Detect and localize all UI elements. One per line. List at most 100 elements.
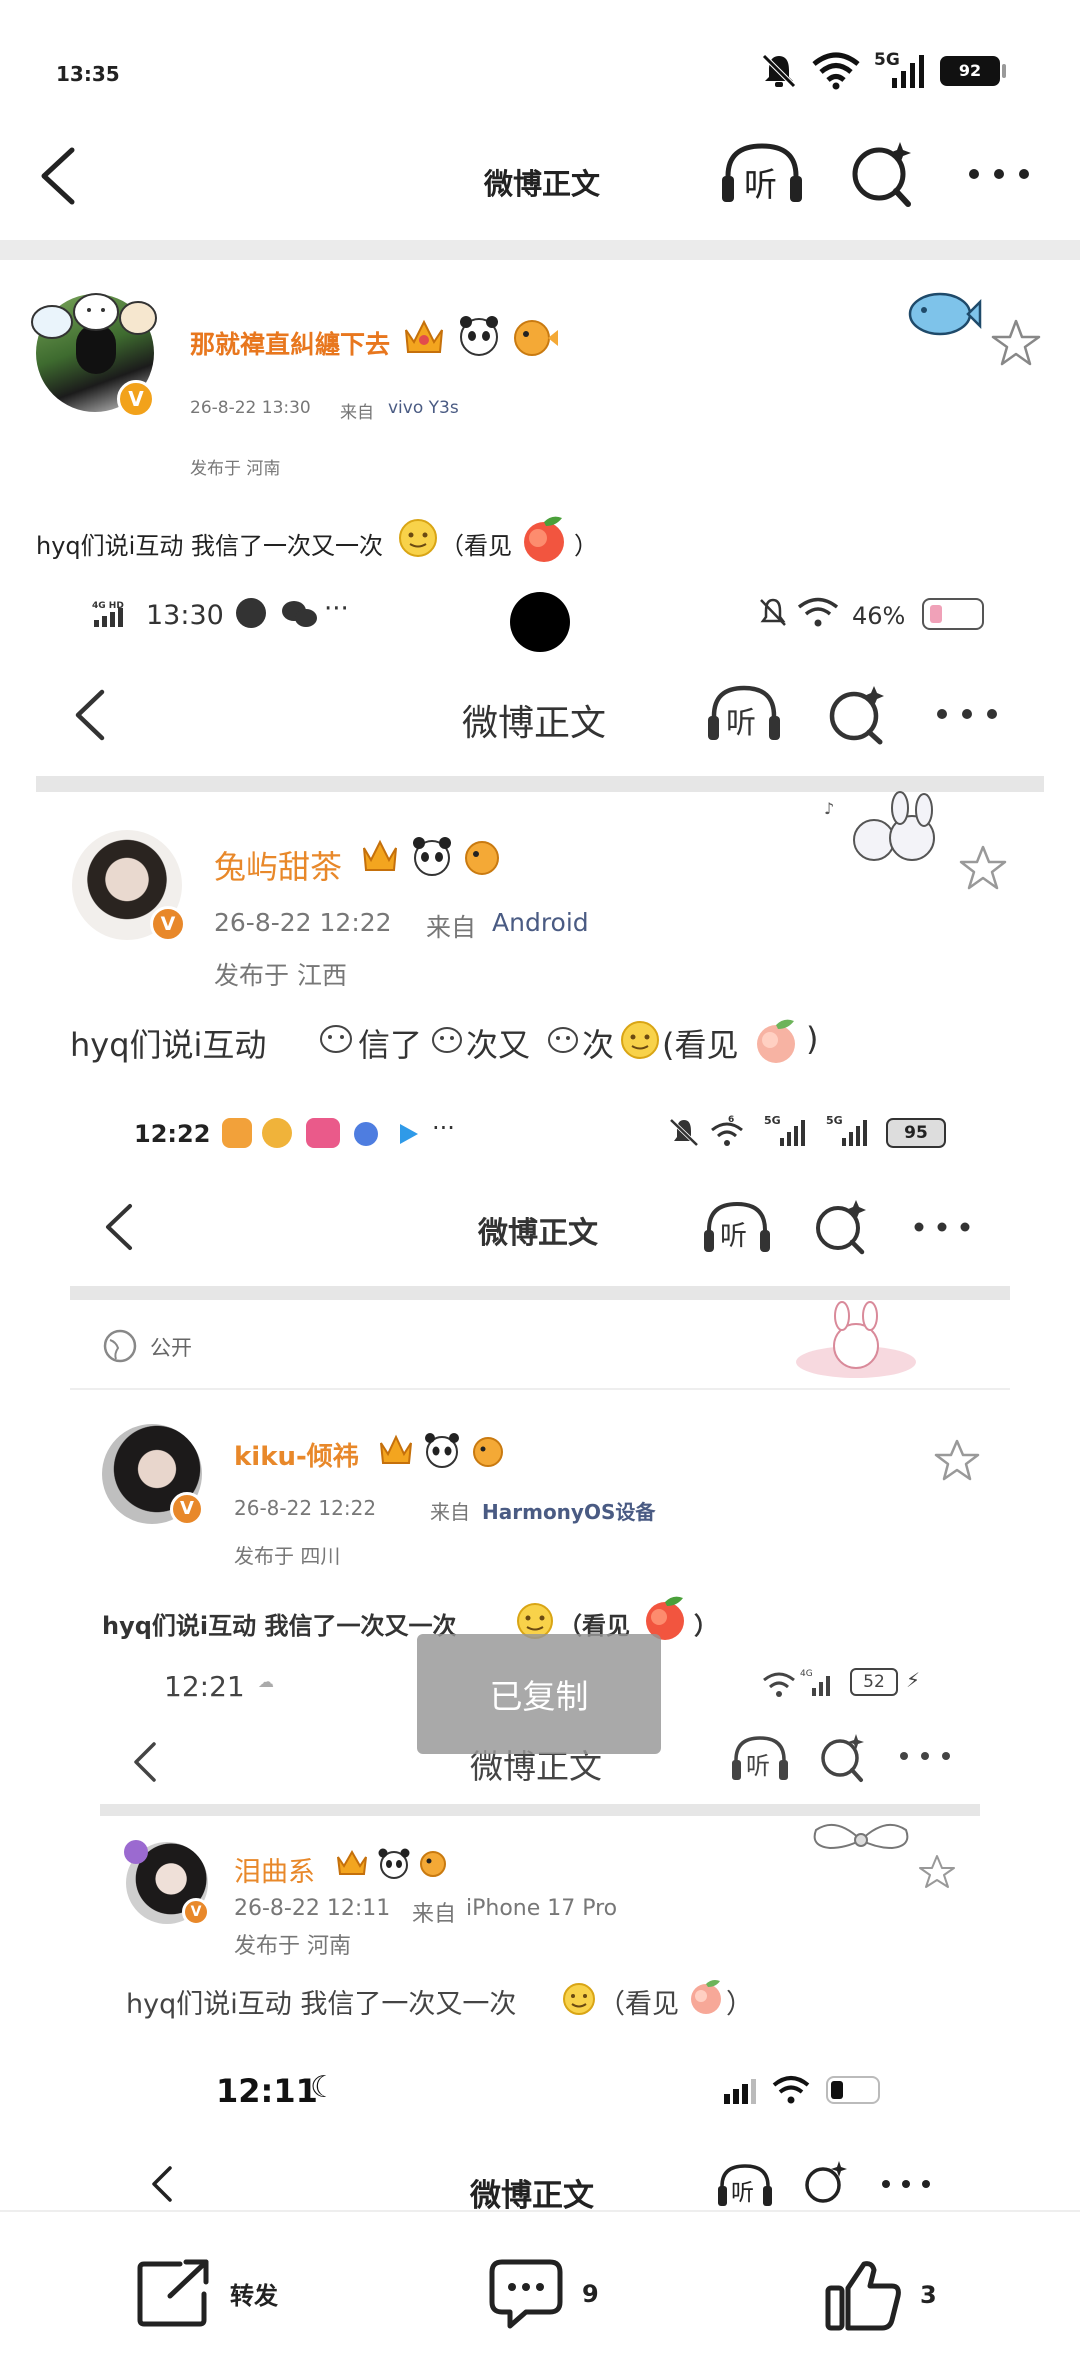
shot1-verified-badge: V <box>150 906 186 942</box>
like-button[interactable]: 3 <box>824 2258 937 2332</box>
shot3-more-icon <box>900 1752 950 1760</box>
signal-4g-icon: 4G HD <box>92 601 124 627</box>
svg-text:5G: 5G <box>826 1114 843 1127</box>
fish-decoration-icon <box>908 292 982 336</box>
shot4-search-icon <box>805 2161 847 2203</box>
shot3-back-icon <box>134 1742 156 1782</box>
shot1-author: 兔屿甜茶 <box>214 848 343 886</box>
comment-button[interactable]: 9 <box>488 2258 599 2330</box>
shot1-wifi-icon <box>797 597 839 627</box>
shot1-mute-icon <box>760 598 786 626</box>
search-spark-icon[interactable] <box>848 136 916 208</box>
listen-label: 听 <box>744 165 777 204</box>
verified-badge: V <box>117 380 155 418</box>
shot2-mute-icon <box>669 1118 699 1147</box>
shot2-listen: 听 <box>702 1198 772 1256</box>
shot1-smile-emoji-icon <box>621 1021 659 1059</box>
more-icon[interactable] <box>964 164 1034 184</box>
camera-cutout <box>510 592 570 652</box>
shot1-listen-label: 听 <box>726 706 756 741</box>
favorite-star-icon[interactable] <box>990 318 1042 368</box>
crown-badge-icon <box>405 319 443 353</box>
shot2-signal-icon-1: 5G <box>764 1114 805 1146</box>
shot4-title: 微博正文 <box>470 2178 594 2214</box>
shot2-more-dots: ··· <box>432 1114 455 1142</box>
post-location: 发布于 河南 <box>190 459 281 479</box>
shot1-peach-emoji-icon <box>757 1019 795 1063</box>
shot2-text-c: ） <box>694 1612 718 1640</box>
shot3-wifi-icon <box>763 1672 795 1697</box>
shot1-crown-icon <box>363 839 397 871</box>
header-divider <box>0 240 1080 260</box>
shot1-star-icon <box>959 845 1007 890</box>
shot1-more-dots: ··· <box>324 594 349 624</box>
shot4-signal-icon <box>724 2079 756 2104</box>
shot1-location: 发布于 江西 <box>214 961 347 990</box>
shot2-visibility: 公开 <box>150 1336 192 1360</box>
shot1-listen: 听 <box>706 680 782 746</box>
shot2-fish-icon <box>473 1437 503 1467</box>
shot1-text-b: 信了 <box>358 1026 423 1064</box>
wifi-icon <box>812 52 860 90</box>
shot3-avatar-pendant <box>124 1840 148 1864</box>
shot3-smile-emoji-icon <box>563 1983 595 2015</box>
shot3-time: 26-8-22 12:11 <box>234 1896 391 1921</box>
shot3-crown-icon <box>337 1849 367 1875</box>
shot3-source-prefix: 来自 <box>412 1902 457 1927</box>
shot4-battery <box>826 2076 880 2104</box>
post-time: 26-8-22 13:30 <box>190 398 311 418</box>
shot3-battery: 52 <box>850 1668 898 1696</box>
status-time: 13:35 <box>56 62 120 86</box>
shot4-wifi-icon <box>772 2076 810 2104</box>
shot2-panda-icon <box>425 1433 459 1468</box>
shot3-text-c: ） <box>726 1989 753 2020</box>
shot3-bow-decoration-icon <box>813 1823 909 1850</box>
shot4-status-time: 12:11 <box>216 2072 318 2110</box>
shot3-search-icon <box>821 1734 864 1782</box>
shot1-app-icon <box>236 598 266 628</box>
post-text-close: ） <box>574 532 598 560</box>
battery-indicator: 92 <box>940 56 1000 86</box>
shot1-bunny-decoration-icon: ♪ <box>824 791 935 861</box>
shot2-time: 26-8-22 12:22 <box>234 1496 377 1520</box>
thumbs-up-icon <box>825 2261 901 2331</box>
shot3-location: 发布于 河南 <box>234 1934 351 1959</box>
signal-bars-icon <box>892 55 924 88</box>
shot3-author: 泪曲系 <box>234 1857 315 1888</box>
panda-badge-icon <box>460 316 498 356</box>
back-arrow-icon[interactable] <box>36 144 80 208</box>
shot1-back-icon <box>75 689 105 741</box>
author-name[interactable]: 那就禕直糾纏下去 <box>190 325 390 361</box>
shot2-star-icon <box>934 1439 980 1481</box>
shot2-search-icon <box>816 1200 866 1255</box>
shot1-text-c: 次又 <box>466 1026 531 1064</box>
shot3-battery-level: 52 <box>863 1672 885 1692</box>
svg-text:5G: 5G <box>764 1114 781 1127</box>
shot1-search-icon <box>829 686 884 745</box>
wechat-icon <box>282 601 317 627</box>
shot1-time: 26-8-22 12:22 <box>214 908 392 937</box>
shot1-text-a: hyq们说i互动 <box>70 1026 267 1064</box>
shot3-listen-label: 听 <box>746 1752 770 1780</box>
repost-button[interactable]: 转发 <box>136 2258 278 2328</box>
shot3-verified-badge: V <box>182 1898 210 1926</box>
shot2-status-time: 12:22 <box>134 1120 211 1148</box>
shot2-divider <box>70 1286 1010 1300</box>
shot2-app-icon-3 <box>306 1118 340 1148</box>
shot1-battery-text: 46% <box>852 602 906 630</box>
toast-text: 已复制 <box>489 1677 589 1716</box>
shot1-text-d: 次 <box>582 1026 615 1064</box>
shot2-title: 微博正文 <box>478 1216 598 1251</box>
shot1-status-time: 13:30 <box>146 600 224 631</box>
shot2-app-icon-1 <box>222 1118 252 1148</box>
shot2-thin-divider <box>70 1388 1010 1390</box>
post-source[interactable]: vivo Y3s <box>388 398 459 418</box>
shot1-source-prefix: 来自 <box>426 913 477 942</box>
shot2-app-icon-4 <box>354 1122 378 1146</box>
repost-label: 转发 <box>230 2281 278 2310</box>
listen-button[interactable]: 听 <box>720 140 804 206</box>
copied-toast: 已复制 <box>417 1634 661 1754</box>
shot3-source: iPhone 17 Pro <box>466 1896 618 1921</box>
shot3-listen: 听 <box>730 1732 790 1784</box>
battery-level: 92 <box>958 61 982 80</box>
